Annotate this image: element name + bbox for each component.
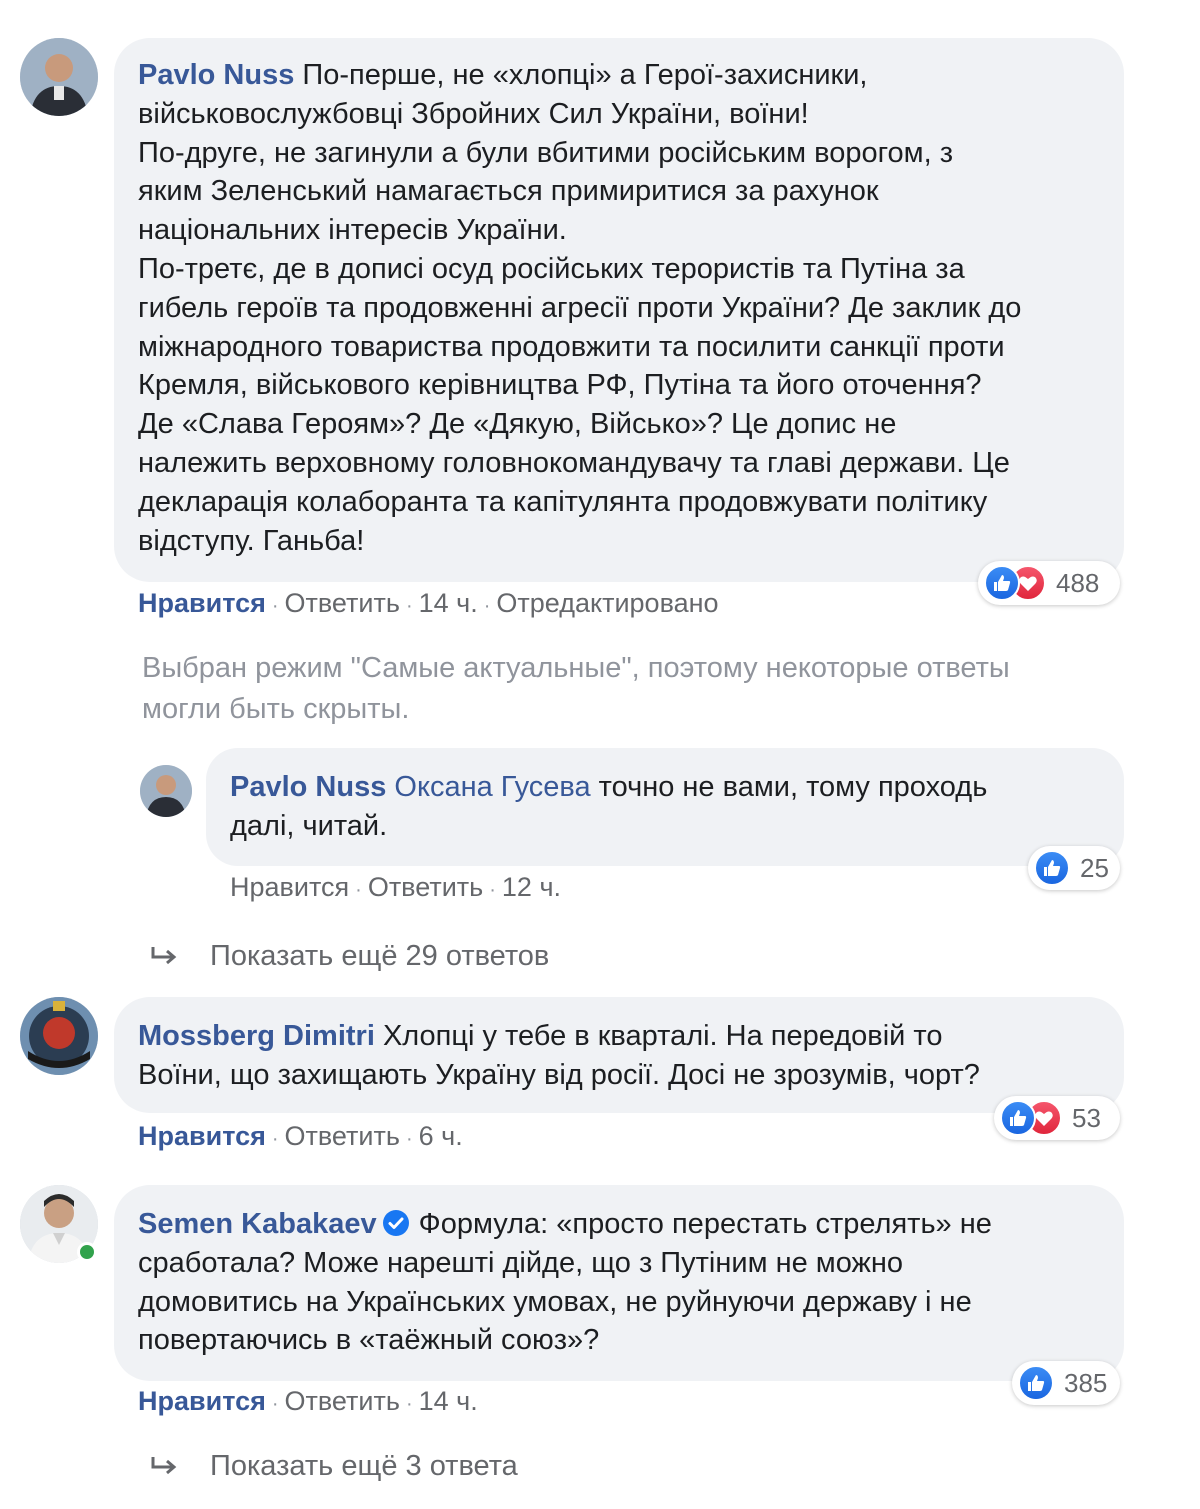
verified-badge-icon — [381, 1208, 411, 1238]
reaction-summary[interactable]: 53 — [994, 1096, 1120, 1140]
reply-button[interactable]: Ответить — [368, 872, 483, 902]
reaction-count: 53 — [1072, 1102, 1101, 1133]
timestamp[interactable]: 6 ч. — [419, 1121, 463, 1151]
reaction-summary[interactable]: 488 — [978, 561, 1120, 605]
reply-author[interactable]: Pavlo Nuss — [230, 771, 386, 803]
filter-notice: Выбран режим "Самые актуальные", поэтому… — [142, 652, 1010, 725]
like-button[interactable]: Нравится — [230, 872, 349, 902]
avatar[interactable] — [140, 765, 192, 817]
reply-button[interactable]: Ответить — [285, 1386, 400, 1416]
avatar[interactable] — [20, 38, 98, 116]
comment-text: Mossberg Dimitri Хлопці у тебе в квартал… — [138, 1020, 980, 1091]
reaction-count: 25 — [1080, 852, 1109, 883]
timestamp[interactable]: 14 ч. — [419, 588, 478, 618]
reply-arrow-icon — [150, 1455, 200, 1479]
like-button[interactable]: Нравится — [138, 1386, 266, 1416]
reply-button[interactable]: Ответить — [285, 588, 400, 618]
show-more-label[interactable]: Показать ещё 3 ответа — [210, 1450, 518, 1483]
reaction-summary[interactable]: 25 — [1028, 846, 1120, 890]
comment-text: Pavlo Nuss По-перше, не «хлопці» а Герої… — [138, 59, 1022, 557]
like-reaction-icon — [1018, 1365, 1054, 1401]
mention-link[interactable]: Оксана Гусева — [394, 771, 590, 803]
comment-author[interactable]: Pavlo Nuss — [138, 59, 294, 91]
like-reaction-icon — [1034, 850, 1070, 886]
reaction-count: 385 — [1064, 1367, 1108, 1398]
comment-author[interactable]: Mossberg Dimitri — [138, 1020, 375, 1052]
reaction-count: 488 — [1056, 567, 1100, 598]
reply-text: Pavlo Nuss Оксана Гусева точно не вами, … — [230, 771, 988, 842]
reply-arrow-icon — [150, 945, 200, 969]
like-button[interactable]: Нравится — [138, 588, 266, 618]
online-status-indicator — [77, 1242, 97, 1262]
comment-text: Semen Kabakaev Формула: «просто перестат… — [138, 1208, 992, 1357]
reply-button[interactable]: Ответить — [285, 1121, 400, 1151]
reply-actions: Нравится · Ответить · 12 ч. — [230, 872, 562, 902]
comment-actions: Нравится · Ответить · 14 ч. — [138, 1386, 478, 1416]
like-button[interactable]: Нравится — [138, 1121, 266, 1151]
timestamp[interactable]: 12 ч. — [502, 872, 561, 902]
edited-label: Отредактировано — [496, 588, 719, 618]
show-more-label[interactable]: Показать ещё 29 ответов — [210, 940, 549, 973]
timestamp[interactable]: 14 ч. — [419, 1386, 478, 1416]
comment-author[interactable]: Semen Kabakaev — [138, 1208, 377, 1240]
show-more-replies[interactable]: Показать ещё 3 ответа — [150, 1450, 518, 1483]
like-reaction-icon — [984, 565, 1020, 601]
comment-actions: Нравится · Ответить · 6 ч. — [138, 1121, 463, 1151]
show-more-replies[interactable]: Показать ещё 29 ответов — [150, 940, 549, 973]
comment-actions: Нравится · Ответить · 14 ч. · Отредактировано — [138, 588, 719, 618]
avatar[interactable] — [20, 997, 98, 1075]
reaction-summary[interactable]: 385 — [1012, 1361, 1120, 1405]
like-reaction-icon — [1000, 1100, 1036, 1136]
